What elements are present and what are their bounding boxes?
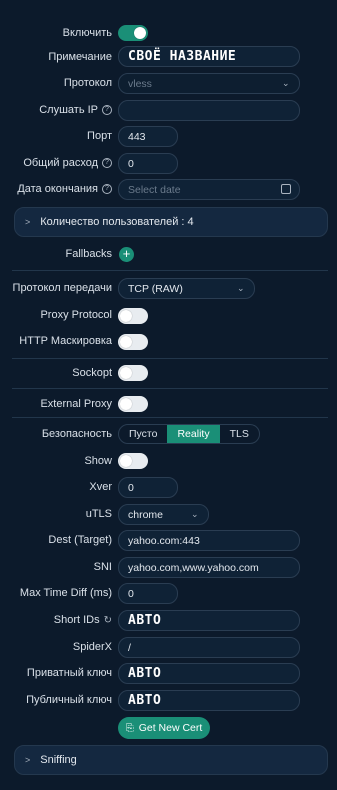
chevron-down-icon: ⌄	[191, 509, 199, 519]
divider	[12, 388, 328, 389]
chevron-down-icon: ⌄	[237, 283, 245, 293]
enable-label: Включить	[62, 27, 112, 39]
show-toggle[interactable]	[118, 453, 148, 469]
private-key-input[interactable]: АВТО	[118, 663, 300, 684]
shortids-input[interactable]: АВТО	[118, 610, 300, 631]
show-label: Show	[84, 455, 112, 467]
security-option-none[interactable]: Пусто	[119, 425, 167, 443]
sockopt-label: Sockopt	[72, 367, 112, 379]
chevron-down-icon: ⌄	[282, 78, 290, 88]
listen-ip-input[interactable]	[118, 100, 300, 121]
transport-label: Протокол передачи	[12, 282, 112, 294]
help-icon: ?	[102, 158, 112, 168]
divider	[12, 358, 328, 359]
proxy-protocol-label: Proxy Protocol	[40, 309, 112, 321]
security-option-tls[interactable]: TLS	[220, 425, 259, 443]
protocol-select[interactable]: vless ⌄	[118, 73, 300, 94]
sni-input[interactable]: yahoo.com,www.yahoo.com	[118, 557, 300, 578]
spiderx-label: SpiderX	[72, 641, 112, 653]
traffic-label: Общий расход?	[23, 153, 112, 173]
transport-select[interactable]: TCP (RAW) ⌄	[118, 278, 255, 299]
divider	[12, 270, 328, 271]
public-key-input[interactable]: АВТО	[118, 690, 300, 711]
refresh-icon[interactable]: ↻	[104, 615, 112, 626]
get-new-cert-button[interactable]: ⎘ Get New Cert	[118, 717, 210, 739]
traffic-input[interactable]: 0	[118, 153, 178, 174]
cert-icon: ⎘	[125, 722, 134, 734]
port-label: Порт	[87, 130, 112, 142]
calendar-icon	[281, 184, 291, 194]
utls-label: uTLS	[85, 508, 112, 520]
sni-label: SNI	[93, 561, 112, 573]
sockopt-toggle[interactable]	[118, 365, 148, 381]
fallbacks-label: Fallbacks	[65, 248, 112, 260]
shortids-label: Short IDs ↻	[53, 614, 112, 626]
http-mask-label: HTTP Маскировка	[19, 335, 112, 347]
expiry-date-input[interactable]: Select date	[118, 179, 300, 200]
security-label: Безопасность	[41, 428, 112, 440]
users-section[interactable]: > Количество пользователей : 4	[14, 207, 328, 237]
protocol-label: Протокол	[63, 77, 112, 89]
external-proxy-toggle[interactable]	[118, 396, 148, 412]
expiry-label: Дата окончания?	[17, 179, 112, 199]
security-option-reality[interactable]: Reality	[167, 425, 220, 443]
proxy-protocol-toggle[interactable]	[118, 308, 148, 324]
sniffing-section[interactable]: > Sniffing	[14, 745, 328, 775]
utls-select[interactable]: chrome ⌄	[118, 504, 209, 525]
http-mask-toggle[interactable]	[118, 334, 148, 350]
enable-toggle[interactable]	[118, 25, 148, 41]
xver-label: Xver	[89, 481, 112, 493]
security-segmented[interactable]: Пусто Reality TLS	[118, 424, 260, 444]
maxtime-label: Max Time Diff (ms)	[19, 587, 112, 599]
remark-label: Примечание	[48, 51, 112, 63]
port-input[interactable]: 443	[118, 126, 178, 147]
divider	[12, 417, 328, 418]
add-fallback-icon[interactable]: +	[119, 247, 134, 262]
dest-input[interactable]: yahoo.com:443	[118, 530, 300, 551]
maxtime-input[interactable]: 0	[118, 583, 178, 604]
listen-label: Слушать IP?	[39, 100, 112, 120]
chevron-right-icon: >	[25, 755, 31, 765]
privkey-label: Приватный ключ	[26, 667, 112, 679]
spiderx-input[interactable]: /	[118, 637, 300, 658]
remark-input[interactable]: СВОЁ НАЗВАНИЕ	[118, 46, 300, 67]
dest-label: Dest (Target)	[48, 534, 112, 546]
xver-input[interactable]: 0	[118, 477, 178, 498]
help-icon: ?	[102, 105, 112, 115]
chevron-right-icon: >	[25, 217, 31, 227]
help-icon: ?	[102, 184, 112, 194]
pubkey-label: Публичный ключ	[26, 694, 112, 706]
external-proxy-label: External Proxy	[40, 398, 112, 410]
